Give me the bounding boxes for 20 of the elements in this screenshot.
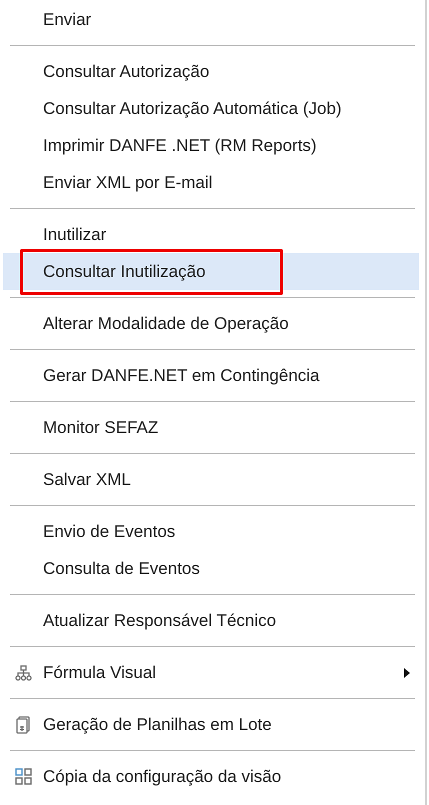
menu-item[interactable]: Imprimir DANFE .NET (RM Reports) xyxy=(3,127,419,164)
hierarchy-icon xyxy=(14,664,32,680)
submenu-arrow-icon xyxy=(404,668,410,678)
menu-item[interactable]: Alterar Modalidade de Operação xyxy=(3,305,419,342)
menu-item[interactable]: Enviar XML por E-mail xyxy=(3,164,419,201)
menu-item[interactable]: Consulta de Eventos xyxy=(3,550,419,587)
grid-icon xyxy=(14,768,32,785)
menu-item[interactable]: Monitor SEFAZ xyxy=(3,409,419,446)
spreadsheet-icon xyxy=(16,716,30,734)
menu-item[interactable]: Gerar DANFE.NET em Contingência xyxy=(3,357,419,394)
menu-item[interactable]: Fórmula Visual xyxy=(3,654,419,691)
menu-item[interactable]: Enviar xyxy=(3,1,419,38)
menu-item[interactable]: Salvar XML xyxy=(3,461,419,498)
menu-item[interactable]: Geração de Planilhas em Lote xyxy=(3,706,419,743)
menu-item[interactable]: Inutilizar xyxy=(3,216,419,253)
menu-item[interactable]: Cópia da configuração da visão xyxy=(3,758,419,795)
menu-item[interactable]: Atualizar Responsável Técnico xyxy=(3,602,419,639)
menu-item[interactable]: Consultar Autorização xyxy=(3,53,419,90)
menu-item[interactable]: Envio de Eventos xyxy=(3,513,419,550)
menu-item[interactable]: Consultar Autorização Automática (Job) xyxy=(3,90,419,127)
